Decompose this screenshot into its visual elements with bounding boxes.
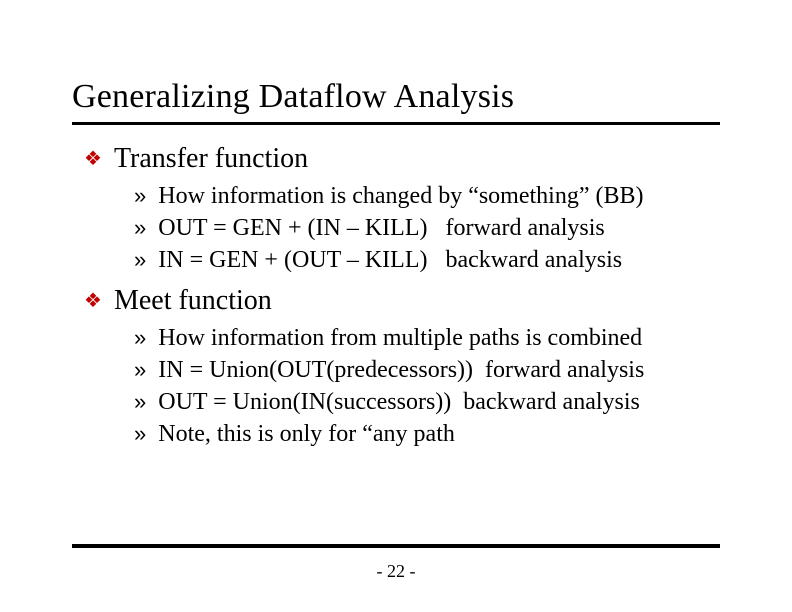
diamond-bullet-icon: ❖ [84, 285, 102, 317]
section-2-heading: Meet function [114, 285, 272, 317]
slide-content: ❖ Transfer function » How information is… [72, 143, 720, 449]
list-item: » OUT = GEN + (IN – KILL) forward analys… [134, 213, 720, 243]
title-underline [72, 122, 720, 125]
section-1-heading-row: ❖ Transfer function [90, 143, 720, 175]
diamond-bullet-icon: ❖ [84, 143, 102, 175]
list-item-text: OUT = Union(IN(successors)) backward ana… [158, 387, 640, 417]
raquo-bullet-icon: » [134, 355, 146, 385]
list-item: » IN = Union(OUT(predecessors)) forward … [134, 355, 720, 385]
raquo-bullet-icon: » [134, 245, 146, 275]
section-1-items: » How information is changed by “somethi… [134, 181, 720, 275]
list-item: » How information from multiple paths is… [134, 323, 720, 353]
raquo-bullet-icon: » [134, 181, 146, 211]
list-item: » IN = GEN + (OUT – KILL) backward analy… [134, 245, 720, 275]
list-item: » Note, this is only for “any path [134, 419, 720, 449]
slide: Generalizing Dataflow Analysis ❖ Transfe… [0, 0, 792, 612]
section-2-items: » How information from multiple paths is… [134, 323, 720, 449]
list-item-text: OUT = GEN + (IN – KILL) forward analysis [158, 213, 605, 243]
raquo-bullet-icon: » [134, 323, 146, 353]
list-item-text: How information from multiple paths is c… [158, 323, 642, 353]
raquo-bullet-icon: » [134, 419, 146, 449]
list-item-text: How information is changed by “something… [158, 181, 643, 211]
list-item-text: Note, this is only for “any path [158, 419, 455, 449]
raquo-bullet-icon: » [134, 213, 146, 243]
section-2: ❖ Meet function » How information from m… [90, 285, 720, 449]
section-1-heading: Transfer function [114, 143, 308, 175]
list-item-text: IN = GEN + (OUT – KILL) backward analysi… [158, 245, 622, 275]
section-1: ❖ Transfer function » How information is… [90, 143, 720, 275]
raquo-bullet-icon: » [134, 387, 146, 417]
list-item: » OUT = Union(IN(successors)) backward a… [134, 387, 720, 417]
bottom-rule [72, 544, 720, 548]
list-item-text: IN = Union(OUT(predecessors)) forward an… [158, 355, 644, 385]
slide-title: Generalizing Dataflow Analysis [72, 78, 720, 116]
page-number: - 22 - [0, 561, 792, 582]
list-item: » How information is changed by “somethi… [134, 181, 720, 211]
section-2-heading-row: ❖ Meet function [90, 285, 720, 317]
